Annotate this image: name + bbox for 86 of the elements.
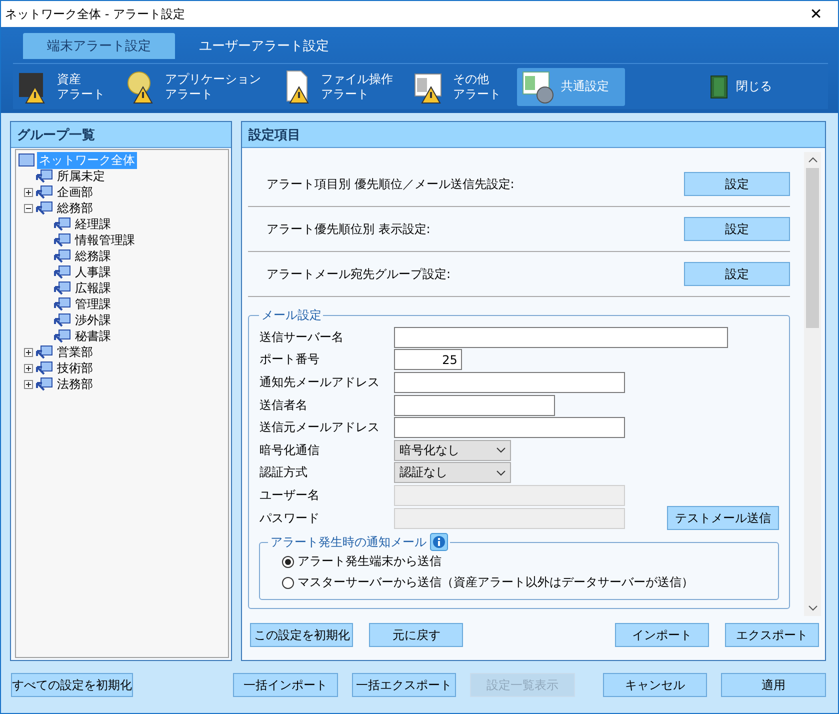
setting-label: アラート項目別 優先順位／メール送信先設定: <box>266 176 514 192</box>
setting-button[interactable]: 設定 <box>684 217 790 241</box>
tree-item[interactable]: 人事課 <box>73 264 113 280</box>
scrollbar[interactable] <box>804 152 821 616</box>
tree-item[interactable]: 技術部 <box>55 360 95 376</box>
panel-button[interactable]: エクスポート <box>725 623 819 647</box>
chevron-down-icon <box>496 447 506 454</box>
tree-item[interactable]: 総務部 <box>55 200 95 216</box>
field-label: 通知先メールアドレス <box>259 374 380 391</box>
tree-item[interactable]: 経理課 <box>73 216 113 232</box>
setting-label: アラートメール宛先グループ設定: <box>266 266 450 282</box>
field-label: 送信サーバー名 <box>259 328 344 346</box>
tree-item[interactable]: 秘書課 <box>73 328 113 344</box>
tree-item[interactable]: 営業部 <box>55 344 95 360</box>
footer-button[interactable]: すべての設定を初期化 <box>11 673 133 697</box>
group-computer-icon <box>36 344 53 360</box>
toolbar-button[interactable]: ファイル操作 アラート <box>277 68 397 106</box>
input-field[interactable] <box>394 417 626 438</box>
group-computer-icon <box>54 248 71 264</box>
group-computer-icon <box>36 184 53 200</box>
door-icon <box>710 74 728 98</box>
group-computer-icon <box>54 296 71 312</box>
tab[interactable]: ユーザーアラート設定 <box>175 33 353 59</box>
group-computer-icon <box>36 376 53 392</box>
field-label: パスワード <box>259 510 320 527</box>
tree-item[interactable]: 総務課 <box>73 248 113 264</box>
tree-item[interactable]: 広報課 <box>73 280 113 296</box>
footer-button[interactable]: キャンセル <box>602 673 708 697</box>
field-label: 送信者名 <box>259 396 308 414</box>
group-computer-icon <box>36 360 53 376</box>
field-label: 送信元メールアドレス <box>259 419 380 436</box>
group-legend: メール設定 <box>259 307 324 324</box>
group-computer-icon <box>54 216 71 232</box>
tab[interactable]: 端末アラート設定 <box>23 33 175 59</box>
field-label: ユーザー名 <box>259 486 320 504</box>
chevron-down-icon <box>496 470 506 476</box>
group-computer-icon <box>54 232 71 248</box>
footer-button[interactable]: 一括インポート <box>233 673 338 697</box>
info-icon[interactable] <box>430 533 448 552</box>
group-computer-icon <box>54 328 71 344</box>
field-label: ポート番号 <box>259 351 320 368</box>
input-field[interactable] <box>394 372 626 393</box>
setting-button[interactable]: 設定 <box>684 172 790 196</box>
group-computer-icon <box>54 280 71 296</box>
close-button[interactable]: ✕ <box>794 1 838 27</box>
toolbar-button[interactable]: その他 アラート <box>409 68 505 106</box>
group-legend: アラート発生時の通知メール <box>270 534 426 551</box>
expand-icon[interactable] <box>24 364 33 372</box>
input-field[interactable] <box>394 394 556 416</box>
field-label: 暗号化通信 <box>259 442 320 459</box>
expand-icon[interactable] <box>24 380 33 388</box>
window-title: ネットワーク全体 - アラート設定 <box>5 6 185 22</box>
setting-button[interactable]: 設定 <box>684 262 790 286</box>
panel-title: 設定項目 <box>242 122 825 148</box>
panel-button[interactable]: 元に戻す <box>369 623 464 647</box>
group-computer-icon <box>54 312 71 328</box>
panel-title: グループ一覧 <box>11 122 232 148</box>
radio-option[interactable]: マスターサーバーから送信（資産アラート以外はデータサーバーが送信） <box>268 572 768 594</box>
group-computer-icon <box>36 168 53 184</box>
panel-button[interactable]: この設定を初期化 <box>250 623 354 647</box>
field-label: 認証方式 <box>259 464 308 482</box>
close-button[interactable]: 閉じる <box>704 74 778 100</box>
setting-label: アラート優先順位別 表示設定: <box>266 220 430 238</box>
toolbar-button[interactable]: アプリケーション アラート <box>121 68 265 106</box>
group-computer-icon <box>54 264 71 280</box>
footer-button[interactable]: 一括エクスポート <box>352 673 456 697</box>
input-field[interactable]: 25 <box>394 349 462 370</box>
input-field[interactable] <box>394 326 728 348</box>
expand-icon[interactable] <box>24 188 33 196</box>
toolbar-button[interactable]: 資産 アラート <box>13 68 109 106</box>
tree-item[interactable]: 企画部 <box>55 184 95 200</box>
tree-item[interactable]: 法務部 <box>55 376 95 392</box>
tree-item[interactable]: 渉外課 <box>73 312 113 328</box>
group-computer-icon <box>36 200 53 216</box>
panel-button[interactable]: インポート <box>615 623 709 647</box>
tree-item[interactable]: 情報管理課 <box>73 232 137 248</box>
tree-item[interactable]: 管理課 <box>73 296 113 312</box>
footer-button[interactable]: 適用 <box>721 673 826 697</box>
radio-option[interactable]: アラート発生端末から送信 <box>268 551 768 572</box>
dropdown[interactable]: 認証なし <box>394 462 512 484</box>
collapse-icon[interactable] <box>24 204 33 212</box>
dropdown[interactable]: 暗号化なし <box>394 440 512 461</box>
computer-icon <box>18 152 35 168</box>
tree-item[interactable]: 所属未定 <box>55 168 107 184</box>
test-mail-button[interactable]: テストメール送信 <box>667 506 779 530</box>
expand-icon[interactable] <box>24 348 33 356</box>
